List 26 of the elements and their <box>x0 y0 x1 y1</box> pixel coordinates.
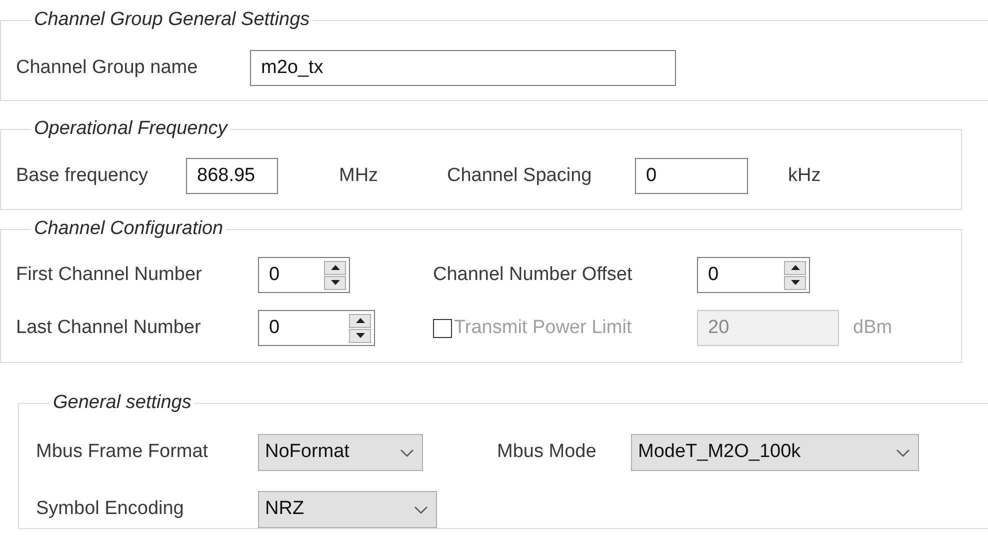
field-label: Mbus Frame Format <box>36 440 208 464</box>
unit-label: MHz <box>338 164 378 188</box>
field-label: Channel Number Offset <box>433 262 632 287</box>
chevron-icon <box>400 448 414 456</box>
dropdown[interactable]: ModeT_M2O_100k <box>631 434 919 471</box>
group-title: General settings <box>52 391 192 415</box>
text-field[interactable]: m2o_tx <box>250 50 676 86</box>
text-field[interactable]: 0 <box>635 158 748 194</box>
unit-label: kHz <box>787 164 821 188</box>
text-field[interactable]: 868.95 <box>186 158 278 194</box>
group-title: Channel Configuration <box>33 217 224 241</box>
field-label: First Channel Number <box>16 262 202 287</box>
field-label: Channel Group name <box>16 56 198 80</box>
group-title: Channel Group General Settings <box>33 8 311 32</box>
field-label: Mbus Mode <box>497 440 596 464</box>
field-label: Base frequency <box>16 164 148 188</box>
field-label: Channel Spacing <box>447 164 592 188</box>
field-label: Symbol Encoding <box>36 497 184 522</box>
dropdown[interactable]: NoFormat <box>258 434 423 471</box>
field-label: Transmit Power Limit <box>454 316 632 340</box>
chevron-icon <box>896 448 910 456</box>
unit-label: dBm <box>852 316 892 340</box>
chevron-icon <box>414 506 428 514</box>
dropdown[interactable]: NRZ <box>258 491 437 528</box>
field-label: Last Channel Number <box>16 316 201 340</box>
group-title: Operational Frequency <box>33 117 229 141</box>
